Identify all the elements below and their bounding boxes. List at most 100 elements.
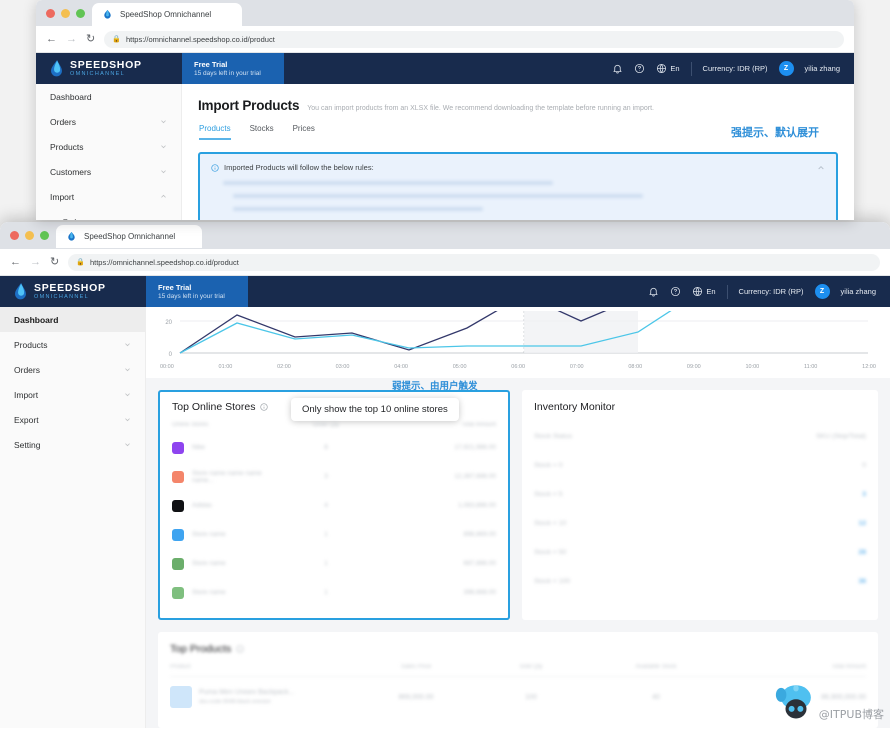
help-circle-icon[interactable] xyxy=(634,63,645,74)
minimize-window-button[interactable] xyxy=(61,9,70,18)
sidebar-item-setting[interactable]: Setting xyxy=(0,432,145,457)
browser-tab[interactable]: SpeedShop Omnichannel xyxy=(56,225,202,248)
stores-tooltip-text: Only show the top 10 online stores xyxy=(302,404,448,415)
inventory-monitor-title: Inventory Monitor xyxy=(534,401,866,413)
list-item[interactable]: Stock < 50 28 xyxy=(534,538,866,567)
store-qty: 3 xyxy=(324,473,328,480)
language-selector[interactable]: En xyxy=(656,63,680,74)
sidebar-item-products[interactable]: Products xyxy=(0,332,145,357)
list-item[interactable]: Stock < 10 12 xyxy=(534,509,866,538)
browser-tab-title: SpeedShop Omnichannel xyxy=(120,10,212,19)
sidebar-item-orders[interactable]: Orders xyxy=(36,109,181,134)
sidebar-item-export[interactable]: Export xyxy=(0,407,145,432)
sidebar-item-label: Products xyxy=(50,141,84,152)
chevron-down-icon xyxy=(125,368,130,372)
x-tick: 01:00 xyxy=(218,364,233,370)
address-bar-url: https://omnichannel.speedshop.co.id/prod… xyxy=(89,257,239,267)
chevron-up-icon[interactable] xyxy=(817,164,825,172)
tab-stocks[interactable]: Stocks xyxy=(250,124,274,140)
store-swatch-icon xyxy=(172,441,184,454)
reload-icon[interactable]: ↻ xyxy=(86,33,95,45)
brand-logo-block[interactable]: SPEEDSHOP OMNICHANNEL xyxy=(0,276,146,307)
column-header-sales-price[interactable]: Sales Price xyxy=(356,664,476,670)
table-row[interactable]: Nike 8 17,921,986.00 xyxy=(172,433,496,462)
dashboard-content: 20 0 00:00 01:00 02:00 03:00 04:00 05:00 xyxy=(146,294,890,728)
maximize-window-button[interactable] xyxy=(76,9,85,18)
info-circle-icon[interactable] xyxy=(260,403,269,411)
table-row[interactable]: Store name 1 398,668.00 xyxy=(172,578,496,607)
back-arrow-icon[interactable]: ← xyxy=(46,33,57,45)
column-header-order-qty[interactable]: Order Qty xyxy=(276,422,376,428)
list-item[interactable]: Stock = 0 0 xyxy=(534,451,866,480)
reload-icon[interactable]: ↻ xyxy=(50,256,59,268)
sidebar-item-dashboard[interactable]: Dashboard xyxy=(36,84,181,109)
info-circle-icon[interactable] xyxy=(236,645,244,653)
address-bar[interactable]: 🔒 https://omnichannel.speedshop.co.id/pr… xyxy=(68,253,880,271)
line-chart: 20 0 xyxy=(158,294,878,363)
table-row[interactable]: Store name 1 687,886.00 xyxy=(172,549,496,578)
user-name[interactable]: yilia zhang xyxy=(805,64,840,73)
sidebar-item-import-orders[interactable]: Orders xyxy=(36,209,181,221)
list-item[interactable]: Stock < 100 36 xyxy=(534,567,866,596)
speedshop-logo-icon xyxy=(51,60,62,77)
browser-window-dashboard: SpeedShop Omnichannel ← → ↻ 🔒 https://om… xyxy=(0,222,890,746)
avatar[interactable]: Z xyxy=(778,61,794,76)
chevron-down-icon xyxy=(161,120,166,124)
store-name: Nike xyxy=(192,444,206,451)
brand-logo-block[interactable]: SPEEDSHOP OMNICHANNEL xyxy=(36,53,182,84)
forward-arrow-icon[interactable]: → xyxy=(66,33,77,45)
help-circle-icon[interactable] xyxy=(670,286,681,297)
language-selector[interactable]: En xyxy=(692,286,716,297)
store-amount: 687,886.00 xyxy=(463,560,496,567)
brand-subtitle: OMNICHANNEL xyxy=(34,293,89,300)
sidebar-item-import[interactable]: Import xyxy=(36,184,181,209)
table-row[interactable]: Adidas 4 1,083,886.00 xyxy=(172,491,496,520)
tab-products[interactable]: Products xyxy=(199,124,231,140)
minimize-window-button[interactable] xyxy=(25,231,34,240)
window-traffic-lights[interactable] xyxy=(10,231,49,240)
sidebar-item-orders[interactable]: Orders xyxy=(0,357,145,382)
chevron-down-icon xyxy=(125,443,130,447)
sidebar-item-import[interactable]: Import xyxy=(0,382,145,407)
table-row[interactable]: Store name name name name... 3 12,387,68… xyxy=(172,462,496,491)
browser-tab-title: SpeedShop Omnichannel xyxy=(84,232,176,241)
browser-tabbar: SpeedShop Omnichannel xyxy=(0,222,890,249)
rules-line xyxy=(233,194,643,198)
table-row[interactable]: Puma Men Unisex Backpack... sku-code-904… xyxy=(170,677,866,717)
column-header-available-stock[interactable]: Available Stock xyxy=(586,664,726,670)
bell-icon[interactable] xyxy=(612,63,623,74)
forward-arrow-icon[interactable]: → xyxy=(30,256,41,268)
user-name[interactable]: yilia zhang xyxy=(841,287,876,296)
window-traffic-lights[interactable] xyxy=(46,9,85,18)
stores-table-header: Online Stores Order Qty Total Amount xyxy=(172,422,496,433)
sidebar-item-products[interactable]: Products xyxy=(36,134,181,159)
currency-label[interactable]: Currency: IDR (RP) xyxy=(739,287,804,296)
import-rules-title: Imported Products will follow the below … xyxy=(211,163,825,172)
sidebar-item-customers[interactable]: Customers xyxy=(36,159,181,184)
bell-icon[interactable] xyxy=(648,286,659,297)
list-item[interactable]: Stock < 5 3 xyxy=(534,480,866,509)
browser-tab[interactable]: SpeedShop Omnichannel xyxy=(92,3,242,26)
tab-prices[interactable]: Prices xyxy=(293,124,315,140)
stores-tooltip: Only show the top 10 online stores xyxy=(291,398,459,421)
maximize-window-button[interactable] xyxy=(40,231,49,240)
back-arrow-icon[interactable]: ← xyxy=(10,256,21,268)
column-header-total-amount[interactable]: Total Amount xyxy=(376,422,496,428)
close-window-button[interactable] xyxy=(10,231,19,240)
brand-subtitle: OMNICHANNEL xyxy=(70,70,125,77)
avatar[interactable]: Z xyxy=(814,284,830,299)
close-window-button[interactable] xyxy=(46,9,55,18)
store-name: Store name xyxy=(192,589,226,596)
address-bar[interactable]: 🔒 https://omnichannel.speedshop.co.id/pr… xyxy=(104,30,844,48)
page-head: Import Products You can import products … xyxy=(182,84,854,113)
elephant-mascot-icon xyxy=(775,685,811,719)
sidebar-item-dashboard[interactable]: Dashboard xyxy=(0,307,145,332)
table-row[interactable]: Store name 1 898,869.00 xyxy=(172,520,496,549)
free-trial-banner[interactable]: Free Trial 15 days left in your trial xyxy=(182,53,284,84)
free-trial-banner[interactable]: Free Trial 15 days left in your trial xyxy=(146,276,248,307)
column-header-sold-qty[interactable]: Sold Qty xyxy=(476,664,586,670)
x-tick: 08:00 xyxy=(628,364,643,370)
globe-icon xyxy=(657,63,667,74)
currency-label[interactable]: Currency: IDR (RP) xyxy=(703,64,768,73)
column-header-total-amount[interactable]: Total Amount xyxy=(726,664,866,670)
